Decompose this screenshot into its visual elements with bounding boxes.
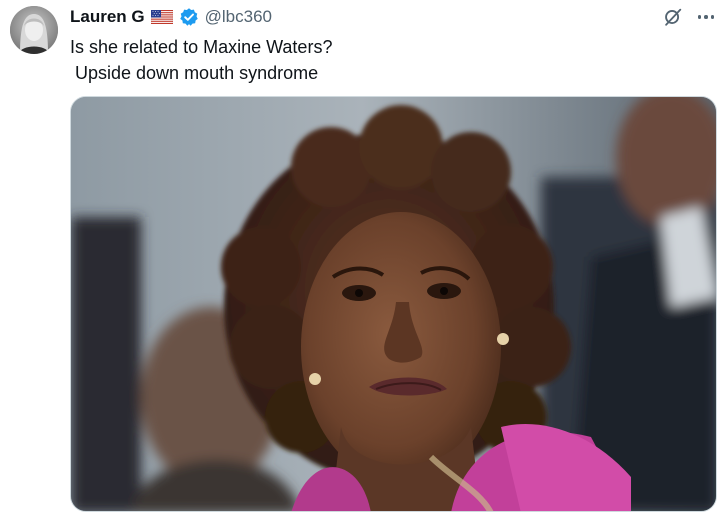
avatar[interactable] [10,6,58,54]
us-flag-icon [150,9,173,25]
post-text-line-1: Is she related to Maxine Waters? [70,37,333,57]
post-header: Lauren G @lbc360 [70,5,272,29]
more-dot [710,15,715,19]
verified-badge-icon [179,7,199,27]
more-dot [697,15,702,19]
post: Lauren G @lbc360 Is she related to Maxin… [0,0,726,518]
post-text-line-2: Upside down mouth syndrome [70,63,319,83]
grok-icon[interactable] [662,6,684,28]
post-media-photo[interactable] [70,96,717,512]
post-text: Is she related to Maxine Waters? Upside … [70,34,332,86]
more-dot [704,15,708,19]
more-options-icon[interactable] [695,8,717,26]
author-name[interactable]: Lauren G [70,7,145,27]
author-handle[interactable]: @lbc360 [205,7,272,27]
